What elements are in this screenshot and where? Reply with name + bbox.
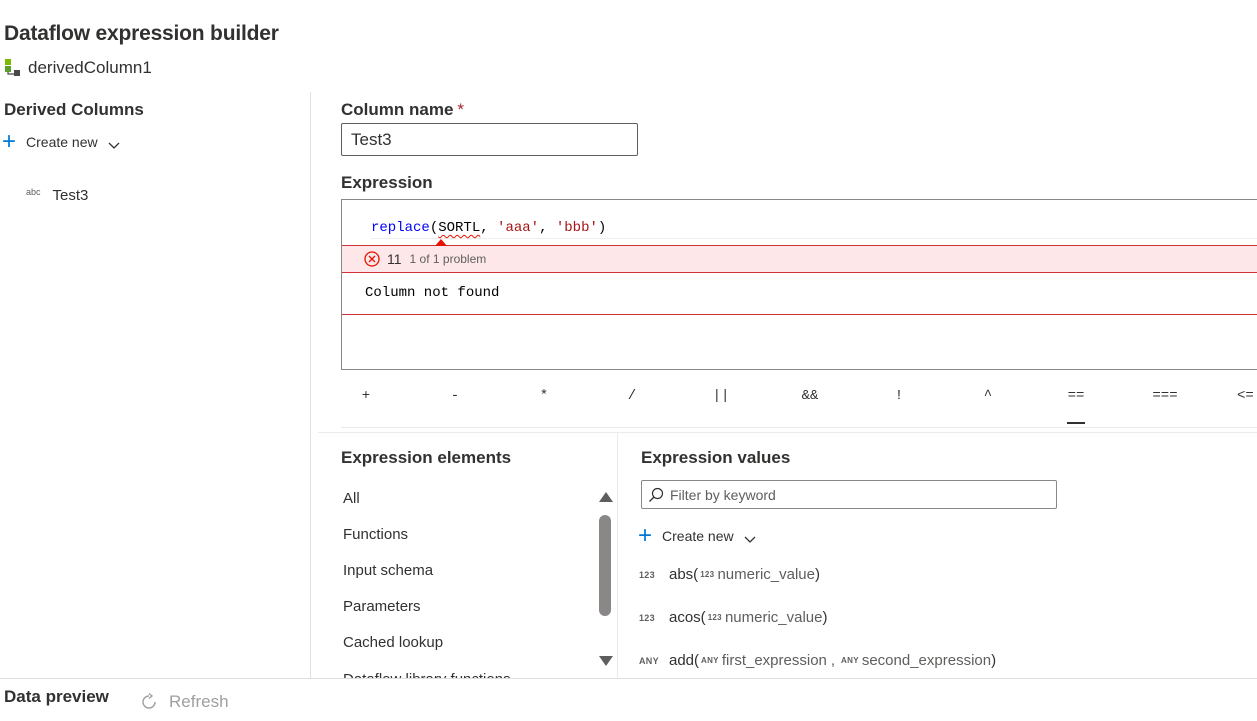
plus-icon: + — [2, 128, 17, 155]
operator-concat-button[interactable]: || — [706, 386, 736, 416]
transform-name-text: derivedColumn1 — [28, 58, 152, 77]
element-item-input-schema[interactable]: Input schema — [343, 552, 598, 588]
element-item-dataflow-library[interactable]: Dataflow library functions — [343, 661, 598, 678]
operator-not-button[interactable]: ! — [884, 386, 914, 416]
function-name: abs( — [669, 566, 699, 583]
code-error-token: SORTL — [438, 220, 481, 236]
chevron-down-icon — [744, 531, 756, 543]
refresh-button[interactable]: Refresh — [139, 692, 229, 712]
operator-strict-equals-button[interactable]: === — [1150, 386, 1180, 416]
expression-label: Expression — [341, 173, 433, 192]
operator-xor-button[interactable]: ^ — [973, 386, 1003, 416]
scroll-down-arrow-icon[interactable] — [599, 656, 613, 666]
any-type-icon: ANY — [639, 655, 659, 666]
function-param: first_expression — [721, 652, 827, 669]
problem-message: Column not found — [365, 285, 500, 301]
function-name: acos( — [669, 609, 706, 626]
function-item-acos[interactable]: 123 acos( 123 numeric_value ) — [639, 609, 828, 626]
create-new-label: Create new — [26, 134, 98, 150]
operator-plus-button[interactable]: + — [351, 386, 381, 416]
create-new-value-button[interactable]: + Create new — [638, 522, 756, 549]
refresh-label: Refresh — [169, 692, 229, 711]
operator-lte-button[interactable]: <= — [1237, 386, 1257, 416]
column-name-input[interactable] — [341, 123, 638, 156]
transform-name: derivedColumn1 — [4, 58, 152, 78]
operator-toolbar: + - * / || && ! ^ == === <= — [341, 380, 1257, 428]
code-function-token: replace — [371, 220, 430, 236]
expression-values-heading: Expression values — [641, 448, 791, 467]
scroll-up-arrow-icon[interactable] — [599, 492, 613, 502]
create-new-column-button[interactable]: + Create new — [2, 128, 120, 155]
operator-minus-button[interactable]: - — [440, 386, 470, 416]
create-new-label: Create new — [662, 528, 734, 544]
expression-elements-list: All Functions Input schema Parameters Ca… — [343, 480, 598, 678]
problem-pointer — [435, 239, 447, 246]
problem-bar: 11 1 of 1 problem — [342, 239, 1257, 273]
function-item-add[interactable]: ANY add( ANY first_expression , ANY seco… — [639, 652, 996, 669]
function-param: numeric_value — [724, 609, 823, 626]
column-name-label: Column name * — [341, 100, 465, 119]
any-type-icon: ANY — [841, 656, 859, 665]
element-item-functions[interactable]: Functions — [343, 516, 598, 552]
derived-columns-heading: Derived Columns — [4, 100, 144, 119]
data-preview-bar: Data preview Refresh — [0, 678, 1257, 721]
number-type-icon: 123 — [639, 612, 655, 623]
expression-editor[interactable]: replace(SORTL, 'aaa', 'bbb') 11 1 of 1 p… — [341, 199, 1257, 370]
function-item-abs[interactable]: 123 abs( 123 numeric_value ) — [639, 566, 820, 583]
filter-input[interactable] — [670, 486, 1050, 503]
plus-icon: + — [638, 522, 653, 549]
code-string-token: 'bbb' — [555, 220, 598, 236]
pane-divider — [617, 433, 618, 678]
number-type-icon: 123 — [700, 570, 715, 579]
any-type-icon: ANY — [701, 656, 719, 665]
number-type-icon: 123 — [707, 613, 722, 622]
string-type-icon: abc — [26, 186, 41, 197]
operator-and-button[interactable]: && — [795, 386, 825, 416]
operator-divide-button[interactable]: / — [617, 386, 647, 416]
operator-equals-button[interactable]: == — [1061, 386, 1091, 424]
required-marker: * — [457, 100, 465, 119]
error-code: 11 — [387, 251, 402, 267]
code-string-token: 'aaa' — [497, 220, 540, 236]
expression-code-line[interactable]: replace(SORTL, 'aaa', 'bbb') — [371, 217, 1257, 239]
element-item-parameters[interactable]: Parameters — [343, 589, 598, 625]
error-circle-icon — [364, 251, 380, 267]
refresh-icon — [139, 692, 159, 712]
number-type-icon: 123 — [639, 569, 655, 580]
function-param: numeric_value — [717, 566, 815, 583]
element-item-cached-lookup[interactable]: Cached lookup — [343, 625, 598, 661]
search-icon — [648, 487, 664, 503]
elements-scrollbar[interactable] — [596, 488, 614, 668]
section-divider — [318, 432, 1257, 433]
derived-column-icon — [4, 58, 22, 78]
element-item-all[interactable]: All — [343, 480, 598, 516]
operator-multiply-button[interactable]: * — [529, 386, 559, 416]
problem-count: 1 of 1 problem — [409, 252, 487, 266]
function-name: add( — [669, 652, 700, 669]
function-param: second_expression — [861, 652, 992, 669]
chevron-down-icon — [108, 137, 120, 149]
derived-column-name: Test3 — [52, 187, 89, 204]
derived-columns-pane: Derived Columns + Create new abc Test3 — [0, 92, 311, 678]
expression-elements-heading: Expression elements — [341, 448, 512, 467]
filter-box[interactable] — [641, 480, 1057, 509]
derived-column-item[interactable]: abc Test3 — [26, 186, 89, 205]
scrollbar-thumb[interactable] — [599, 515, 611, 616]
page-title: Dataflow expression builder — [4, 22, 279, 45]
data-preview-tab[interactable]: Data preview — [4, 687, 109, 707]
problem-message-area: Column not found — [342, 273, 1257, 315]
